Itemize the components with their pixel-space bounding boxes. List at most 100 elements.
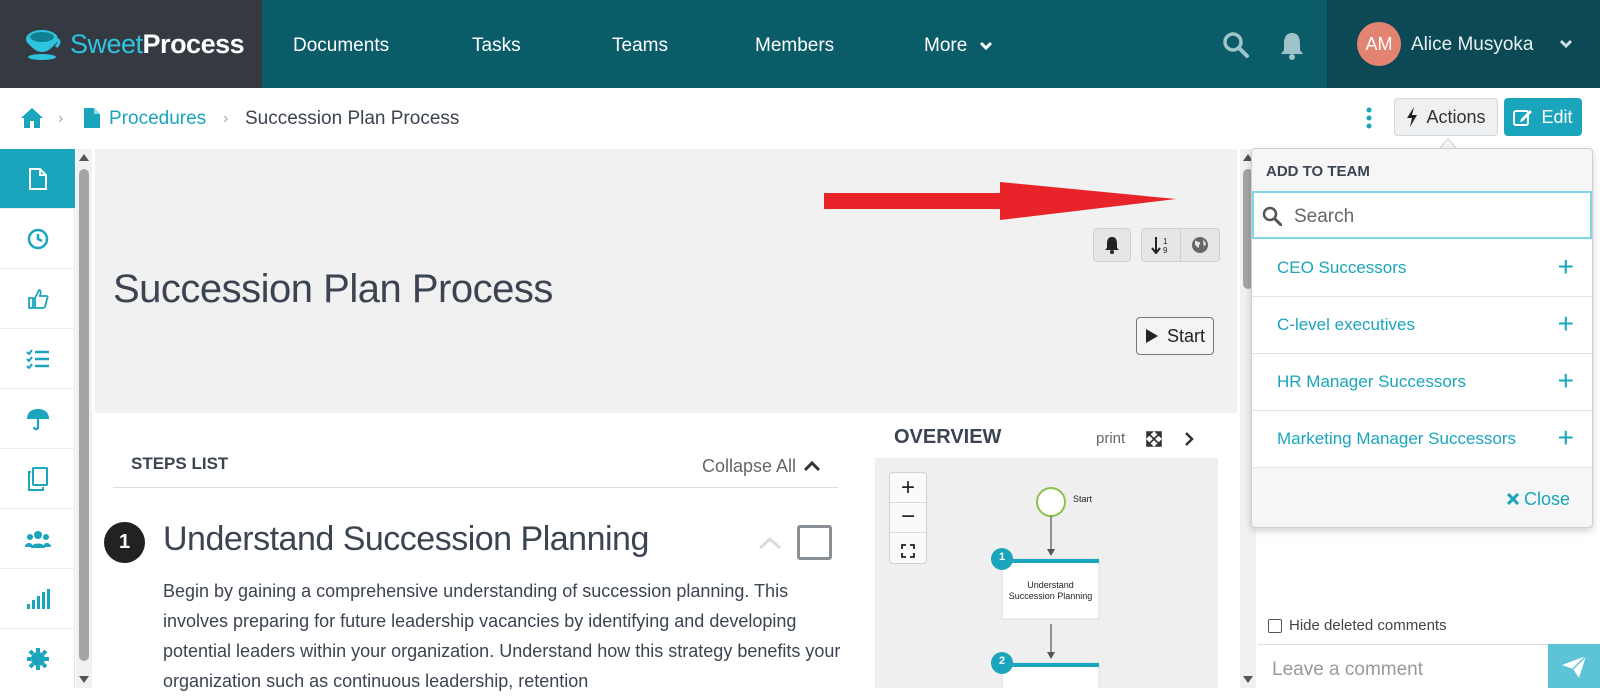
flowchart-canvas[interactable]: + − Start 1 Understand Succession Planni… <box>875 458 1218 688</box>
sort-numeric-icon: 19 <box>1151 237 1168 254</box>
logo-text: SweetProcess <box>70 28 245 59</box>
scroll-down-icon <box>79 676 89 683</box>
team-item[interactable]: CEO Successors + <box>1252 240 1592 297</box>
print-link[interactable]: print <box>1096 430 1125 447</box>
sort-button[interactable]: 19 <box>1141 228 1181 262</box>
bell-icon <box>1105 237 1119 254</box>
team-name: Marketing Manager Successors <box>1277 429 1517 448</box>
user-name: Alice Musyoka <box>1411 34 1534 55</box>
document-icon <box>84 108 100 128</box>
more-vertical-icon[interactable] <box>1365 106 1373 130</box>
collapse-all-button[interactable]: Collapse All <box>702 456 821 477</box>
search-icon[interactable] <box>1222 31 1250 59</box>
sidebar-item-document[interactable] <box>0 149 75 209</box>
steps-list-title: STEPS LIST <box>131 454 229 473</box>
teacup-logo-icon <box>26 30 61 60</box>
add-team-icon[interactable]: + <box>1558 250 1574 284</box>
actions-button[interactable]: Actions <box>1394 98 1498 136</box>
bar-chart-icon <box>26 588 50 609</box>
dropdown-header: ADD TO TEAM <box>1266 163 1370 180</box>
breadcrumb-separator: › <box>223 110 229 127</box>
globe-button[interactable] <box>1180 228 1220 262</box>
breadcrumb: › Procedures › Succession Plan Process A… <box>0 88 1600 150</box>
expand-icon[interactable] <box>1146 431 1162 447</box>
team-item[interactable]: C-level executives + <box>1252 297 1592 354</box>
steps-list-header: STEPS LIST Collapse All <box>113 440 838 488</box>
sidebar-item-approvals[interactable] <box>0 269 75 329</box>
document-icon <box>28 167 47 190</box>
chevron-down-icon <box>1559 39 1573 49</box>
logo[interactable]: SweetProcess <box>0 0 262 88</box>
hide-deleted-checkbox[interactable] <box>1268 619 1282 633</box>
checklist-icon <box>25 348 49 369</box>
team-item[interactable]: Marketing Manager Successors + <box>1252 411 1592 468</box>
breadcrumb-procedures[interactable]: Procedures <box>109 108 206 130</box>
nav-members[interactable]: Members <box>755 0 834 88</box>
team-name: CEO Successors <box>1277 258 1407 277</box>
scroll-up-icon <box>79 154 89 161</box>
gear-icon <box>26 648 49 670</box>
top-navigation: SweetProcess Documents Tasks Teams Membe… <box>0 0 1600 88</box>
avatar: AM <box>1357 22 1401 66</box>
chevron-down-icon <box>979 41 992 51</box>
collapse-all-label: Collapse All <box>702 456 797 476</box>
step-number-badge: 1 <box>104 522 145 563</box>
add-team-icon[interactable]: + <box>1558 307 1574 341</box>
send-comment-button[interactable] <box>1548 644 1600 688</box>
team-name: C-level executives <box>1277 315 1415 334</box>
actions-label: Actions <box>1426 106 1486 127</box>
step-complete-checkbox[interactable] <box>797 525 832 560</box>
nav-teams[interactable]: Teams <box>612 0 668 88</box>
nav-documents[interactable]: Documents <box>293 0 389 88</box>
sidebar-item-settings[interactable] <box>0 629 75 689</box>
nav-more[interactable]: More <box>924 0 993 88</box>
sidebar-item-checklist[interactable] <box>0 329 75 389</box>
sidebar-item-history[interactable] <box>0 209 75 269</box>
hide-deleted-label: Hide deleted comments <box>1289 617 1447 634</box>
search-icon <box>1262 206 1282 226</box>
flowchart <box>991 487 1100 688</box>
user-menu[interactable]: AM Alice Musyoka <box>1327 0 1600 88</box>
left-sidebar <box>0 149 75 688</box>
close-label: Close <box>1524 489 1571 509</box>
thumbs-up-icon <box>27 288 49 309</box>
flow-step-label: Succession Planning <box>1008 591 1093 601</box>
home-icon[interactable] <box>20 107 44 129</box>
sidebar-item-copies[interactable] <box>0 449 75 509</box>
comment-placeholder: Leave a comment <box>1272 659 1424 680</box>
sidebar-item-policies[interactable] <box>0 389 75 449</box>
add-team-icon[interactable]: + <box>1558 421 1574 455</box>
breadcrumb-current: Succession Plan Process <box>245 108 460 129</box>
left-scrollbar[interactable] <box>76 149 92 688</box>
edit-icon <box>1513 110 1533 126</box>
users-icon <box>24 530 51 548</box>
search-placeholder: Search <box>1294 206 1355 227</box>
page-title: Succession Plan Process <box>113 267 553 311</box>
team-search-input[interactable]: Search <box>1252 191 1592 239</box>
edit-label: Edit <box>1541 106 1573 127</box>
bell-icon[interactable] <box>1279 30 1305 60</box>
notify-button[interactable] <box>1093 228 1131 262</box>
scroll-down-icon <box>1243 676 1253 683</box>
team-item[interactable]: HR Manager Successors + <box>1252 354 1592 411</box>
edit-button[interactable]: Edit <box>1504 98 1582 136</box>
start-button[interactable]: Start <box>1136 317 1214 355</box>
chevron-right-icon[interactable] <box>1184 431 1194 447</box>
scroll-thumb[interactable] <box>79 169 89 661</box>
add-to-team-dropdown: ADD TO TEAM Search CEO Successors + C-le… <box>1251 148 1593 528</box>
team-name: HR Manager Successors <box>1277 372 1466 391</box>
start-label: Start <box>1166 325 1205 346</box>
svg-text:1: 1 <box>1163 237 1168 246</box>
breadcrumb-separator: › <box>58 110 64 127</box>
sidebar-item-stats[interactable] <box>0 569 75 629</box>
add-team-icon[interactable]: + <box>1558 364 1574 398</box>
close-button[interactable]: Close <box>1506 489 1571 510</box>
sidebar-item-team[interactable] <box>0 509 75 569</box>
flow-step-label: Understand <box>1027 580 1074 590</box>
comment-input[interactable]: Leave a comment <box>1258 644 1548 688</box>
chevron-up-icon[interactable] <box>757 535 783 551</box>
step-title[interactable]: Understand Succession Planning <box>163 520 649 559</box>
umbrella-icon <box>26 408 49 430</box>
nav-tasks[interactable]: Tasks <box>472 0 521 88</box>
close-icon <box>1506 492 1520 506</box>
